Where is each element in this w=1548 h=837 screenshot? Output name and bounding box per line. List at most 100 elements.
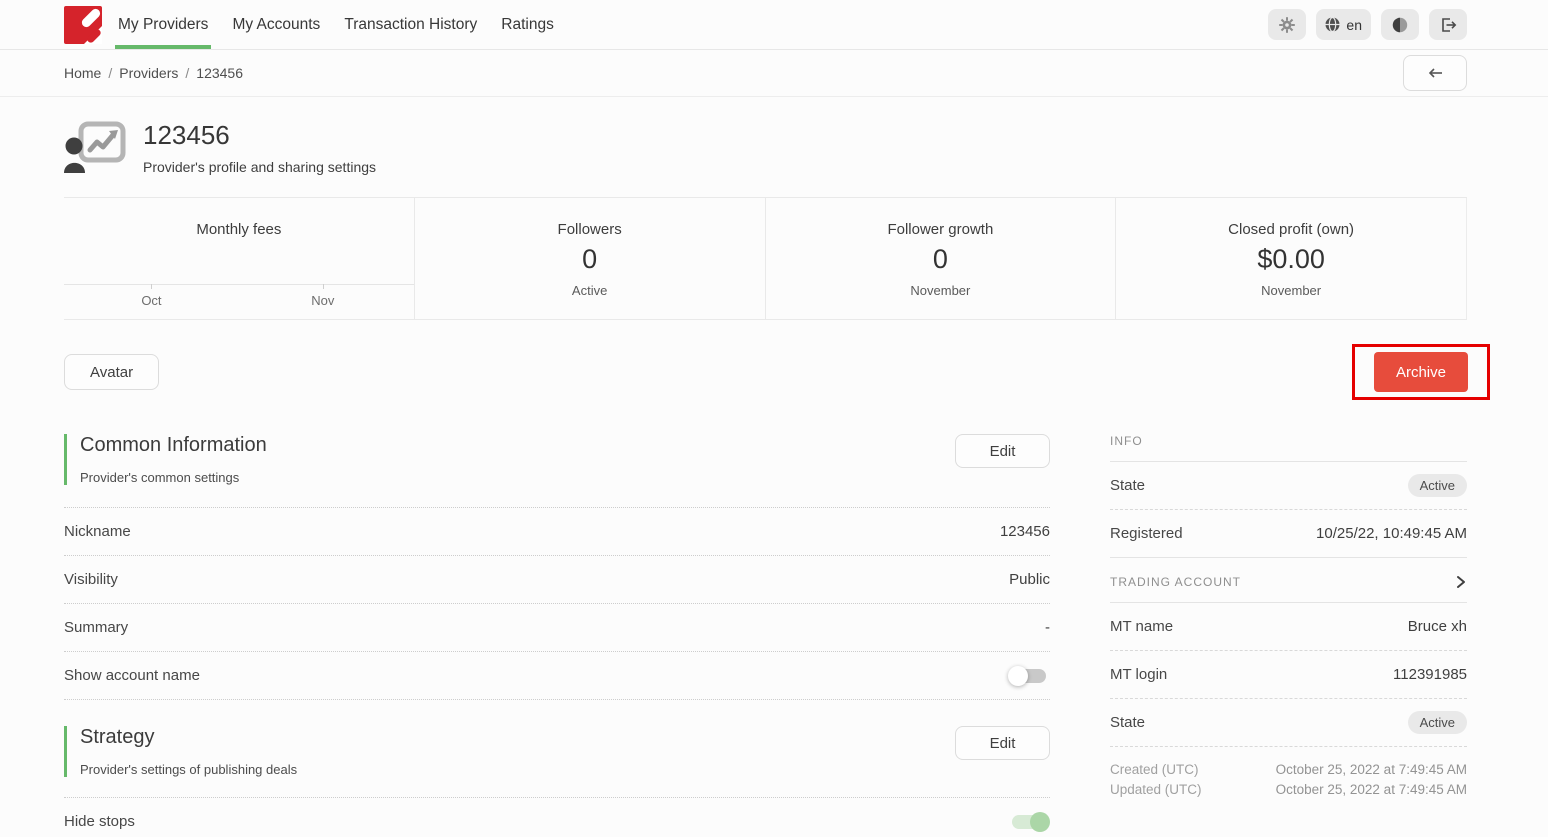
breadcrumb: Home / Providers / 123456 [64,65,243,81]
row-value: Bruce xh [1408,618,1467,635]
stat-value: $0.00 [1257,244,1325,275]
strategy-header: Strategy Provider's settings of publishi… [64,726,1050,777]
row-label: Updated (UTC) [1110,780,1202,800]
actions-row: Avatar Archive [0,320,1548,400]
main-nav: My Providers My Accounts Transaction His… [118,0,554,49]
row-mt-login: MT login 112391985 [1110,651,1467,699]
common-information-title: Common Information [80,434,267,457]
row-value: 123456 [1000,523,1050,540]
row-label: Show account name [64,667,200,684]
provider-avatar-icon [64,121,126,173]
breadcrumb-row: Home / Providers / 123456 [0,50,1548,97]
arrow-left-icon [1427,65,1444,81]
strategy-edit-button[interactable]: Edit [955,726,1050,760]
row-label: Hide stops [64,813,135,830]
strategy-list: Hide stops [64,797,1050,837]
section-title-block: Common Information Provider's common set… [64,434,267,485]
strategy-subtitle: Provider's settings of publishing deals [80,762,297,777]
row-hide-stops: Hide stops [64,798,1050,837]
row-value: Public [1009,571,1050,588]
stat-title: Monthly fees [196,221,281,238]
row-label: Summary [64,619,128,636]
stat-value: 0 [582,244,597,275]
gear-icon [1279,17,1295,33]
row-mt-name: MT name Bruce xh [1110,603,1467,651]
theme-contrast-button[interactable] [1381,9,1419,40]
toggle-knob [1008,666,1028,686]
chart-tick [323,284,324,289]
strategy-title: Strategy [80,726,297,749]
stat-caption: November [910,283,970,298]
logout-icon [1440,17,1457,33]
row-nickname: Nickname 123456 [64,508,1050,556]
avatar-button[interactable]: Avatar [64,354,159,390]
stat-title: Closed profit (own) [1228,221,1354,238]
archive-highlight-annotation: Archive [1352,344,1490,400]
row-label: State [1110,477,1145,494]
row-ta-state: State Active [1110,699,1467,747]
state-badge: Active [1408,474,1467,497]
row-label: Nickname [64,523,131,540]
nav-transaction-history[interactable]: Transaction History [344,0,477,49]
chevron-right-icon [1455,575,1467,589]
row-label: Registered [1110,525,1183,542]
breadcrumb-home[interactable]: Home [64,65,101,81]
breadcrumb-current: 123456 [196,65,243,81]
breadcrumb-separator: / [185,65,189,81]
chart-tick [151,284,152,289]
common-information-header: Common Information Provider's common set… [64,434,1050,485]
row-created-utc: Created (UTC) October 25, 2022 at 7:49:4… [1110,760,1467,780]
logout-button[interactable] [1429,9,1467,40]
stat-title: Followers [558,221,622,238]
row-updated-utc: Updated (UTC) October 25, 2022 at 7:49:4… [1110,780,1467,800]
common-information-list: Nickname 123456 Visibility Public Summar… [64,507,1050,700]
settings-column: Common Information Provider's common set… [64,434,1050,837]
column-gap [1050,434,1110,837]
navbar-actions: en [1268,0,1467,49]
stat-closed-profit: Closed profit (own) $0.00 November [1116,198,1466,319]
info-heading-label: INFO [1110,434,1143,448]
nav-my-accounts[interactable]: My Accounts [232,0,320,49]
nav-ratings[interactable]: Ratings [501,0,554,49]
row-show-account-name: Show account name [64,652,1050,700]
common-information-subtitle: Provider's common settings [80,470,267,485]
page-header: 123456 Provider's profile and sharing se… [0,97,1548,181]
stat-value: 0 [933,244,948,275]
main-content: Common Information Provider's common set… [0,434,1548,837]
info-heading: INFO [1110,434,1467,462]
page-title: 123456 [143,121,376,151]
row-state: State Active [1110,462,1467,510]
contrast-icon [1392,17,1408,33]
row-label: MT login [1110,666,1167,683]
language-code: en [1346,17,1362,33]
hide-stops-toggle[interactable] [1012,815,1046,829]
info-panel: INFO State Active Registered 10/25/22, 1… [1110,434,1467,837]
trading-account-label: TRADING ACCOUNT [1110,575,1241,589]
stat-title: Follower growth [887,221,993,238]
stat-follower-growth: Follower growth 0 November [766,198,1117,319]
row-visibility: Visibility Public [64,556,1050,604]
section-title-block: Strategy Provider's settings of publishi… [64,726,297,777]
stat-followers: Followers 0 Active [415,198,766,319]
archive-button[interactable]: Archive [1374,352,1468,392]
row-value: 10/25/22, 10:49:45 AM [1316,525,1467,542]
stat-caption: Active [572,283,607,298]
app-logo-icon[interactable] [64,6,102,44]
top-navbar: My Providers My Accounts Transaction His… [0,0,1548,50]
show-account-name-toggle[interactable] [1012,669,1046,683]
common-information-edit-button[interactable]: Edit [955,434,1050,468]
back-button[interactable] [1403,55,1467,91]
toggle-knob [1030,812,1050,832]
settings-button[interactable] [1268,9,1306,40]
trading-account-header[interactable]: TRADING ACCOUNT [1110,558,1467,603]
page-subtitle: Provider's profile and sharing settings [143,159,376,175]
page-header-text: 123456 Provider's profile and sharing se… [143,121,376,175]
row-summary: Summary - [64,604,1050,652]
nav-my-providers[interactable]: My Providers [118,0,208,49]
chart-axis [64,284,414,285]
language-button[interactable]: en [1316,9,1371,40]
row-label: State [1110,714,1145,731]
breadcrumb-providers[interactable]: Providers [119,65,178,81]
row-label: MT name [1110,618,1173,635]
timestamps-block: Created (UTC) October 25, 2022 at 7:49:4… [1110,760,1467,800]
